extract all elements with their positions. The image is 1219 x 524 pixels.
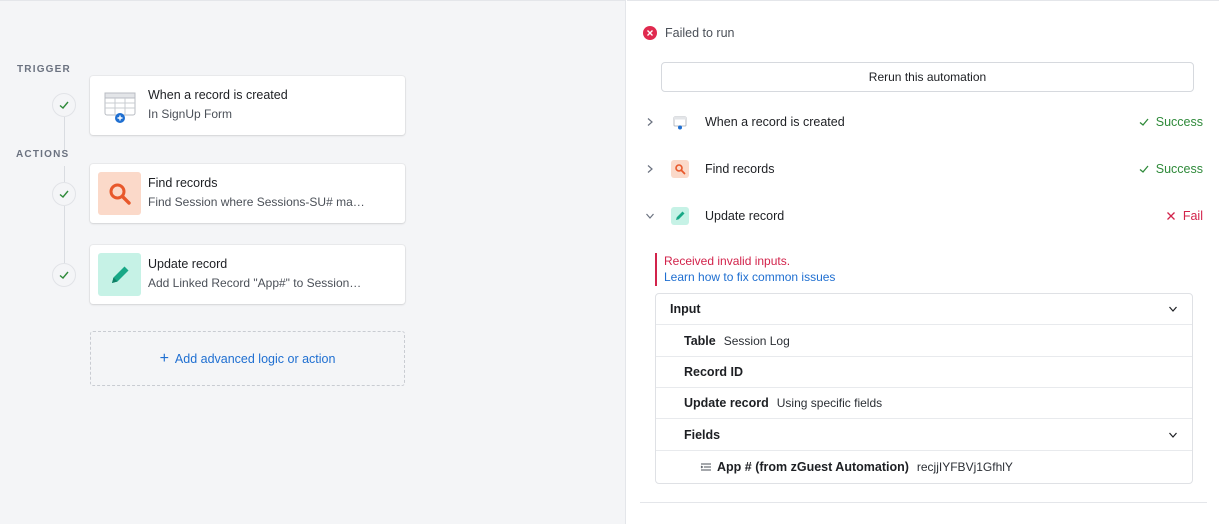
trigger-success-check-icon: [52, 93, 76, 117]
find-records-success-check-icon: [52, 182, 76, 206]
input-key: Fields: [684, 428, 721, 442]
add-action-button[interactable]: + Add advanced logic or action: [90, 331, 405, 386]
card-subtitle: Add Linked Record "App#" to Session…: [148, 276, 362, 290]
field-value: recjjIYFBVj1GfhlY: [916, 459, 1013, 474]
trigger-card[interactable]: When a record is created In SignUp Form: [90, 76, 405, 135]
error-x-icon: [643, 26, 657, 40]
run-status-text: Failed to run: [665, 26, 735, 40]
success-check-icon: [1139, 118, 1149, 126]
input-row-field-entry: App # (from zGuest Automation) recjjIYFB…: [656, 451, 1192, 482]
divider: [640, 502, 1207, 503]
input-panel: Input Table Session Log Record ID Update…: [655, 293, 1193, 484]
add-action-label: Add advanced logic or action: [174, 351, 336, 366]
chevron-down-icon[interactable]: [1168, 304, 1178, 314]
step-row-update-record[interactable]: Update record Fail: [643, 204, 1203, 228]
input-row-table: Table Session Log: [656, 326, 1192, 357]
run-history-panel: Failed to run Rerun this automation When…: [627, 0, 1219, 524]
actions-section-label: ACTIONS: [16, 149, 70, 160]
table-plus-icon: [98, 84, 141, 127]
input-row-record-id: Record ID: [656, 357, 1192, 388]
run-status: Failed to run: [643, 26, 734, 40]
input-key: Table: [684, 334, 716, 348]
chevron-right-icon: [643, 115, 657, 129]
fail-x-icon: [1166, 212, 1175, 220]
field-key: App # (from zGuest Automation): [717, 459, 909, 474]
step-status-text: Fail: [1182, 209, 1203, 223]
input-row-fields[interactable]: Fields: [656, 420, 1192, 451]
chevron-down-icon: [643, 209, 657, 223]
search-icon: [98, 172, 141, 215]
success-check-icon: [1139, 165, 1149, 173]
rerun-automation-button[interactable]: Rerun this automation: [661, 62, 1194, 92]
flow-connector: [64, 166, 65, 182]
card-title: Update record: [148, 257, 228, 271]
table-plus-icon: [671, 113, 689, 131]
text-field-icon: [700, 463, 711, 470]
card-title: Find records: [148, 176, 218, 190]
card-subtitle: Find Session where Sessions-SU# ma…: [148, 195, 365, 209]
card-subtitle: In SignUp Form: [148, 107, 233, 121]
step-status: Fail: [1165, 209, 1203, 223]
step-row-trigger[interactable]: When a record is created Success: [643, 110, 1203, 134]
pencil-icon: [671, 207, 689, 225]
trigger-section-label: TRIGGER: [17, 64, 71, 75]
chevron-down-icon[interactable]: [1168, 430, 1178, 440]
update-record-check-icon: [52, 263, 76, 287]
update-record-card[interactable]: Update record Add Linked Record "App#" t…: [90, 245, 405, 304]
learn-fix-issues-link[interactable]: Learn how to fix common issues: [664, 269, 835, 285]
pencil-icon: [98, 253, 141, 296]
find-records-card[interactable]: Find records Find Session where Sessions…: [90, 164, 405, 223]
step-status-text: Success: [1155, 162, 1203, 176]
flow-connector: [64, 117, 65, 150]
search-icon: [671, 160, 689, 178]
error-callout: Received invalid inputs. Learn how to fi…: [655, 253, 835, 286]
card-title: When a record is created: [148, 88, 288, 102]
input-key: Update record: [684, 396, 769, 410]
input-value: Using specific fields: [776, 396, 883, 410]
plus-icon: +: [159, 349, 169, 367]
input-header[interactable]: Input: [656, 294, 1192, 325]
input-key: Record ID: [684, 365, 744, 379]
input-value: Session Log: [723, 334, 790, 348]
step-label: When a record is created: [705, 115, 845, 129]
step-label: Find records: [705, 162, 775, 176]
automation-canvas: TRIGGER ACTIONS When a record is created: [0, 0, 626, 524]
error-message: Received invalid inputs.: [664, 254, 791, 268]
input-row-update-record: Update record Using specific fields: [656, 388, 1192, 419]
step-status: Success: [1138, 162, 1203, 176]
flow-connector: [64, 206, 65, 263]
step-label: Update record: [705, 209, 785, 223]
step-row-find-records[interactable]: Find records Success: [643, 157, 1203, 181]
input-header-label: Input: [670, 302, 701, 316]
chevron-right-icon: [643, 162, 657, 176]
step-status: Success: [1138, 115, 1203, 129]
step-status-text: Success: [1155, 115, 1203, 129]
